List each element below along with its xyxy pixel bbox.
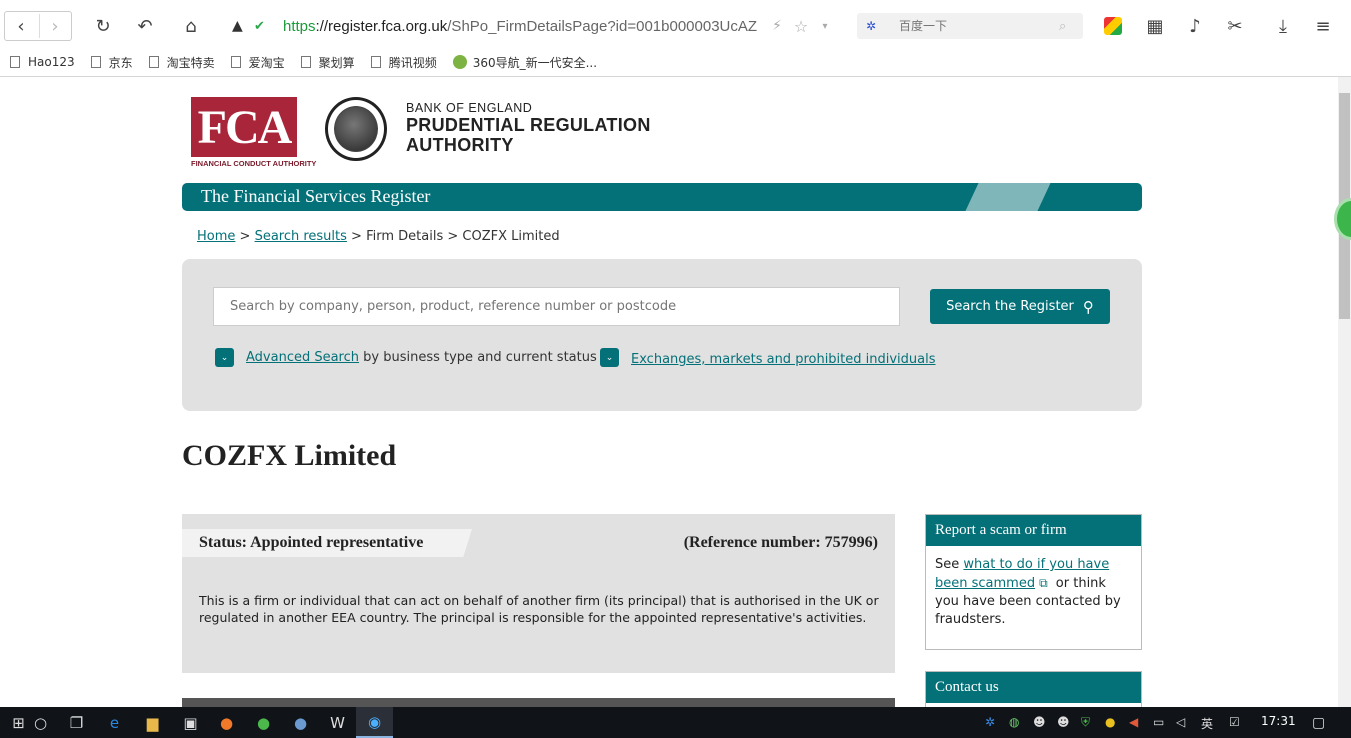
contact-us-box: Contact us <box>925 671 1142 707</box>
bookmark-taobao-sale[interactable]: 淘宝特卖 <box>148 54 215 71</box>
status-panel: Status: Appointed representative (Refere… <box>182 514 895 673</box>
baidu-tray-icon[interactable]: ✲ <box>985 715 995 729</box>
boe-line: BANK OF ENGLAND <box>406 101 533 115</box>
page-title: COZFX Limited <box>182 439 397 472</box>
status-description: This is a firm or individual that can ac… <box>199 593 879 625</box>
register-banner: The Financial Services Register <box>182 183 1142 211</box>
contact-us-title[interactable]: Contact us <box>926 672 1141 703</box>
exchanges-row: Exchanges, markets and prohibited indivi… <box>631 352 936 367</box>
bookmark-360-nav[interactable]: 360导航_新一代安全... <box>452 54 597 71</box>
banner-stripe <box>965 183 1051 211</box>
register-search-input[interactable] <box>213 287 900 326</box>
url-text: https://register.fca.org.uk/ShPo_FirmDet… <box>283 17 758 35</box>
browser-toolbar: ‹ › ↻ ↶ ⌂ ▲ ✔ https://register.fca.org.u… <box>0 0 1351 50</box>
search-icon[interactable]: ⌕ <box>1059 19 1066 34</box>
page-content: FCA FINANCIAL CONDUCT AUTHORITY BANK OF … <box>0 77 1338 707</box>
speaker-muted-tray-icon[interactable]: ◀ <box>1129 715 1138 729</box>
authority-line: AUTHORITY <box>406 135 514 155</box>
status-label: Status: Appointed representative <box>199 534 424 551</box>
network-tray-icon[interactable]: ▭ <box>1153 715 1164 729</box>
browser-search-input[interactable] <box>899 19 1049 33</box>
external-link-icon: ⧉ <box>1039 576 1048 590</box>
menu-icon[interactable]: ≡ <box>1308 11 1338 41</box>
wechat-tray-icon[interactable]: ◍ <box>1009 715 1019 729</box>
breadcrumb-home[interactable]: Home <box>197 229 235 244</box>
advanced-search-link[interactable]: Advanced Search <box>246 350 359 365</box>
lock-icon: ▲ <box>232 18 243 34</box>
firefox-icon[interactable]: ● <box>208 707 245 738</box>
report-scam-box: Report a scam or firm See what to do if … <box>925 514 1142 650</box>
bookmark-ai-taobao[interactable]: 爱淘宝 <box>230 54 285 71</box>
chevron-down-icon[interactable]: ▾ <box>810 11 840 41</box>
pra-line: PRUDENTIAL REGULATION <box>406 115 651 135</box>
chevron-down-icon[interactable]: ⌄ <box>600 348 619 367</box>
magnifier-icon: ⚲ <box>1082 297 1094 316</box>
ime-indicator[interactable]: 英 <box>1201 715 1213 732</box>
word-icon[interactable]: W <box>319 707 356 738</box>
security-shield-icon: ✔ <box>254 18 265 34</box>
browser-search-box[interactable]: ✲ ⌕ <box>857 13 1083 39</box>
cortana-icon[interactable]: ○ <box>22 707 59 738</box>
page-icon <box>230 56 241 68</box>
task-view-icon[interactable]: ❐ <box>58 707 95 738</box>
browser-360-taskbar-icon[interactable]: ◉ <box>356 707 393 738</box>
page-icon <box>370 56 381 68</box>
bank-of-england-seal-icon[interactable] <box>325 97 387 161</box>
taskbar-clock[interactable]: 17:31 <box>1261 714 1296 728</box>
report-scam-title: Report a scam or firm <box>926 515 1141 546</box>
apps-grid-icon[interactable]: ▦ <box>1140 11 1170 41</box>
back-arrow-icon[interactable]: ‹ <box>6 11 36 41</box>
fca-logo-subtitle: FINANCIAL CONDUCT AUTHORITY <box>191 159 317 168</box>
forward-arrow-icon[interactable]: › <box>40 11 70 41</box>
exchanges-link[interactable]: Exchanges, markets and prohibited indivi… <box>631 352 936 367</box>
reference-number: (Reference number: 757996) <box>683 534 878 551</box>
fca-logo[interactable]: FCA FINANCIAL CONDUCT AUTHORITY <box>191 97 317 172</box>
360-icon <box>452 55 467 69</box>
volume-tray-icon[interactable]: ◁ <box>1176 715 1185 729</box>
report-scam-body: See what to do if you have been scammed ⧉… <box>935 557 1121 627</box>
page-icon <box>90 56 101 68</box>
page-icon <box>148 56 159 68</box>
qq-tray-icon[interactable]: ☻ <box>1033 715 1046 729</box>
bookmark-jd[interactable]: 京东 <box>90 54 133 71</box>
reload-icon[interactable]: ↻ <box>88 11 118 41</box>
app-blue-icon[interactable]: ● <box>282 707 319 738</box>
notification-icon[interactable]: ▢ <box>1312 715 1325 731</box>
home-icon[interactable]: ⌂ <box>176 11 206 41</box>
search-panel: Search the Register⚲ ⌄ Advanced Search b… <box>182 259 1142 411</box>
breadcrumb-firm-details: Firm Details <box>366 229 444 244</box>
file-explorer-icon[interactable]: ▆ <box>134 707 171 738</box>
breadcrumb-search-results[interactable]: Search results <box>255 229 347 244</box>
bookmark-hao123[interactable]: Hao123 <box>10 55 75 69</box>
search-register-button[interactable]: Search the Register ⚲ <box>930 289 1110 324</box>
scissors-icon[interactable]: ✂ <box>1220 11 1250 41</box>
download-icon[interactable]: ⤓ <box>1268 11 1298 41</box>
address-bar[interactable]: ▲ ✔ https://register.fca.org.uk/ShPo_Fir… <box>226 12 836 40</box>
360-tray-icon[interactable]: ● <box>1105 715 1115 729</box>
undo-icon[interactable]: ↶ <box>130 11 160 41</box>
baidu-paw-icon: ✲ <box>866 19 877 33</box>
colorful-app-icon[interactable] <box>1098 11 1128 41</box>
bookmarks-bar: Hao123 京东 淘宝特卖 爱淘宝 聚划算 腾讯视频 360导航_新一代安全.… <box>0 50 1351 74</box>
page-icon <box>10 56 20 68</box>
speaker-icon[interactable]: ♪ <box>1180 11 1210 41</box>
advanced-search-row: Advanced Search by business type and cur… <box>246 350 597 365</box>
page-icon <box>300 56 311 68</box>
checkbox-tray-icon[interactable]: ☑ <box>1229 715 1240 729</box>
fca-logo-text: FCA <box>191 97 297 157</box>
bookmark-tencent-video[interactable]: 腾讯视频 <box>370 54 437 71</box>
bookmark-juhuasuan[interactable]: 聚划算 <box>300 54 355 71</box>
qq-tray-icon-2[interactable]: ☻ <box>1057 715 1070 729</box>
shield-tray-icon[interactable]: ⛨ <box>1081 715 1090 730</box>
pra-logo-text[interactable]: BANK OF ENGLAND PRUDENTIAL REGULATION AU… <box>406 101 651 155</box>
app-green-icon[interactable]: ● <box>245 707 282 738</box>
banner-title: The Financial Services Register <box>201 186 431 206</box>
edge-icon[interactable]: e <box>96 707 133 738</box>
store-icon[interactable]: ▣ <box>172 707 209 738</box>
chevron-down-icon[interactable]: ⌄ <box>215 348 234 367</box>
breadcrumb: Home > Search results > Firm Details > C… <box>197 229 560 244</box>
breadcrumb-current: COZFX Limited <box>462 229 560 244</box>
next-section-header <box>182 698 895 707</box>
